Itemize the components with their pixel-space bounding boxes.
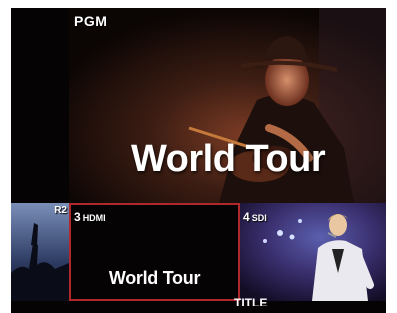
source-hdmi-label: 3 HDMI	[74, 208, 106, 226]
source-r2-thumbnail[interactable]: R2	[11, 203, 69, 301]
program-output-view: PGM World Tour	[11, 8, 386, 203]
program-label: PGM	[74, 13, 108, 29]
bottom-strip	[11, 301, 386, 313]
source-sdi-number: 4	[243, 210, 250, 224]
source-sdi-thumbnail[interactable]: 4 SDI	[240, 203, 386, 301]
crowd-image	[11, 203, 69, 301]
source-hdmi-title: World Tour	[108, 268, 201, 288]
program-title-overlay: World Tour	[131, 138, 326, 180]
source-sdi-label: 4 SDI	[243, 208, 267, 226]
source-hdmi-thumbnail[interactable]: 3 HDMI World Tour	[69, 203, 240, 301]
source-r2-label: R2	[54, 205, 67, 216]
source-hdmi-name: HDMI	[82, 213, 106, 223]
source-sdi-name: SDI	[251, 213, 267, 223]
bottom-title-label: TITLE	[234, 296, 268, 306]
program-left-bar	[11, 8, 69, 203]
source-hdmi-number: 3	[74, 210, 81, 224]
multiview-monitor: PGM World Tour R2 3 HDMI World Tour 4 SD…	[11, 8, 386, 313]
